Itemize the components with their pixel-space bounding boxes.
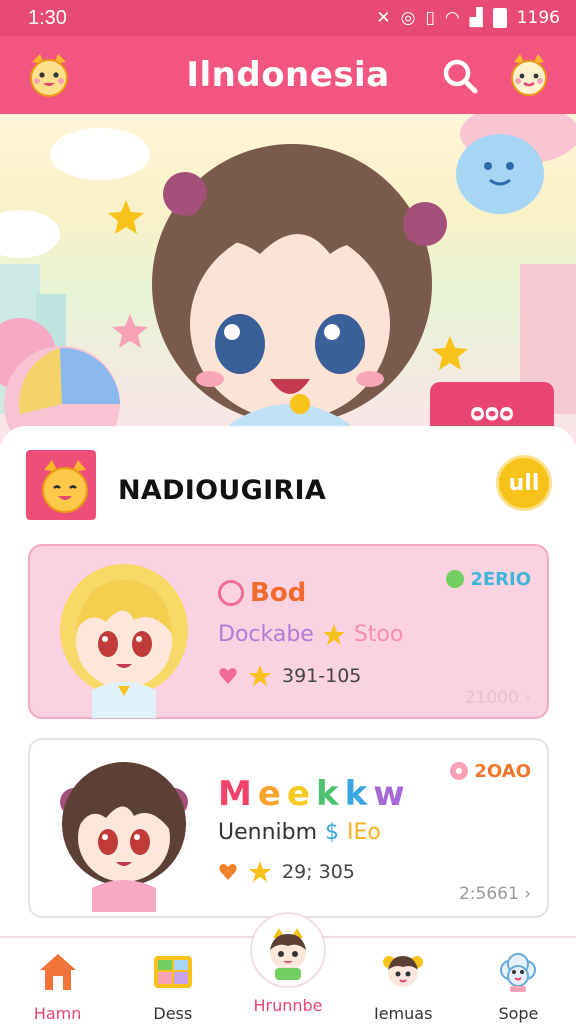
status-icons: ✕ ◎ ▯ ◠ ▟ 1196 xyxy=(376,8,560,28)
ring-icon xyxy=(218,580,244,606)
card-2-stats: 29; 305 xyxy=(218,860,355,884)
card-2-name-letter-6: w xyxy=(373,774,405,814)
mascot-icon xyxy=(259,924,317,982)
board-icon xyxy=(151,950,195,994)
nav-label-board: Dess xyxy=(153,1004,193,1023)
character-avatar-brunette xyxy=(44,744,204,912)
star-icon xyxy=(249,861,271,882)
heart-icon xyxy=(219,864,237,880)
card-1-stats-value: 391-105 xyxy=(282,665,362,687)
card-2-stats-value: 29; 305 xyxy=(282,861,355,883)
card-2-footer: 2:5661 › xyxy=(458,884,531,904)
bottom-nav: Hamn Dess Hrunnbe Iemuas Sope xyxy=(0,912,576,1024)
nav-label-center: Hrunnbe xyxy=(253,996,323,1015)
card-2-tag-value: 2OAO xyxy=(474,760,531,782)
nav-item-cloud[interactable]: Sope xyxy=(461,938,576,1024)
search-icon[interactable] xyxy=(438,54,482,98)
home-icon xyxy=(36,950,80,994)
status-time: 1:30 xyxy=(28,6,67,29)
nav-label-cloud: Sope xyxy=(498,1004,539,1023)
star-icon xyxy=(249,665,271,686)
heart-icon xyxy=(219,668,237,684)
card-1-name: Bod xyxy=(250,578,307,608)
card-2-name-letter-1: M xyxy=(218,774,252,814)
card-2-title: Meekkw xyxy=(218,774,405,814)
card-1-stats: 391-105 xyxy=(218,664,361,688)
card-1-subtitle-left: Dockabe xyxy=(218,622,314,647)
star-icon xyxy=(322,623,345,645)
donut-icon xyxy=(450,762,469,780)
nav-item-home[interactable]: Hamn xyxy=(0,938,115,1024)
nav-label-character: Iemuas xyxy=(373,1004,433,1023)
card-1-title: Bod xyxy=(218,578,306,608)
list-item-card-1[interactable]: Bod Dockabe Stoo 391-105 2ERIO 21000 › xyxy=(28,544,549,719)
card-2-name-letter-3: e xyxy=(286,774,310,814)
mute-icon: ✕ xyxy=(376,8,391,28)
mascot-logo-icon[interactable] xyxy=(24,50,74,100)
app-bar: Ilndonesia xyxy=(0,36,576,114)
nav-item-character[interactable]: Iemuas xyxy=(346,938,461,1024)
list-item-card-2[interactable]: Meekkw Uennibm $ IEo 29; 305 2OAO 2:5661… xyxy=(28,738,549,918)
character-avatar-blonde xyxy=(44,550,204,718)
card-1-tag-value: 2ERIO xyxy=(470,568,531,590)
vibrate-icon: ▯ xyxy=(425,8,435,28)
card-2-name-letter-4: k xyxy=(315,774,339,814)
battery-icon xyxy=(492,8,507,28)
wifi-icon: ◠ xyxy=(444,8,460,28)
card-2-tag: 2OAO xyxy=(448,760,531,782)
card-2-subtitle-left: Uennibm xyxy=(218,820,318,845)
battery-text: 1196 xyxy=(516,8,560,28)
profile-mascot-icon[interactable] xyxy=(504,50,554,100)
signal-icon: ▟ xyxy=(469,8,483,28)
section-badge-button[interactable]: ull xyxy=(496,455,552,511)
card-2-name-letter-2: e xyxy=(257,774,281,814)
nav-item-board[interactable]: Dess xyxy=(115,938,230,1024)
card-2-subtitle-right: IEo xyxy=(347,820,381,845)
section-mascot-icon xyxy=(34,456,96,518)
alarm-icon: ◎ xyxy=(400,8,416,28)
card-2-subtitle-symbol: $ xyxy=(325,820,340,845)
status-bar: 1:30 ✕ ◎ ▯ ◠ ▟ 1196 xyxy=(0,0,576,36)
card-1-footer: 21000 › xyxy=(464,688,531,708)
card-2-subtitle: Uennibm $ IEo xyxy=(218,820,381,845)
nav-label-home: Hamn xyxy=(33,1004,82,1023)
app-title: Ilndonesia xyxy=(186,55,390,95)
card-2-name-letter-5: k xyxy=(344,774,368,814)
leaf-icon xyxy=(446,570,465,588)
cloud-character-icon xyxy=(496,950,540,994)
card-1-tag: 2ERIO xyxy=(444,568,531,590)
nav-item-center[interactable]: Hrunnbe xyxy=(230,912,345,1024)
section-title: NADIOUGIRIA xyxy=(118,475,327,506)
card-1-subtitle: Dockabe Stoo xyxy=(218,622,403,647)
character-icon xyxy=(381,950,425,994)
card-1-subtitle-right: Stoo xyxy=(353,622,404,647)
